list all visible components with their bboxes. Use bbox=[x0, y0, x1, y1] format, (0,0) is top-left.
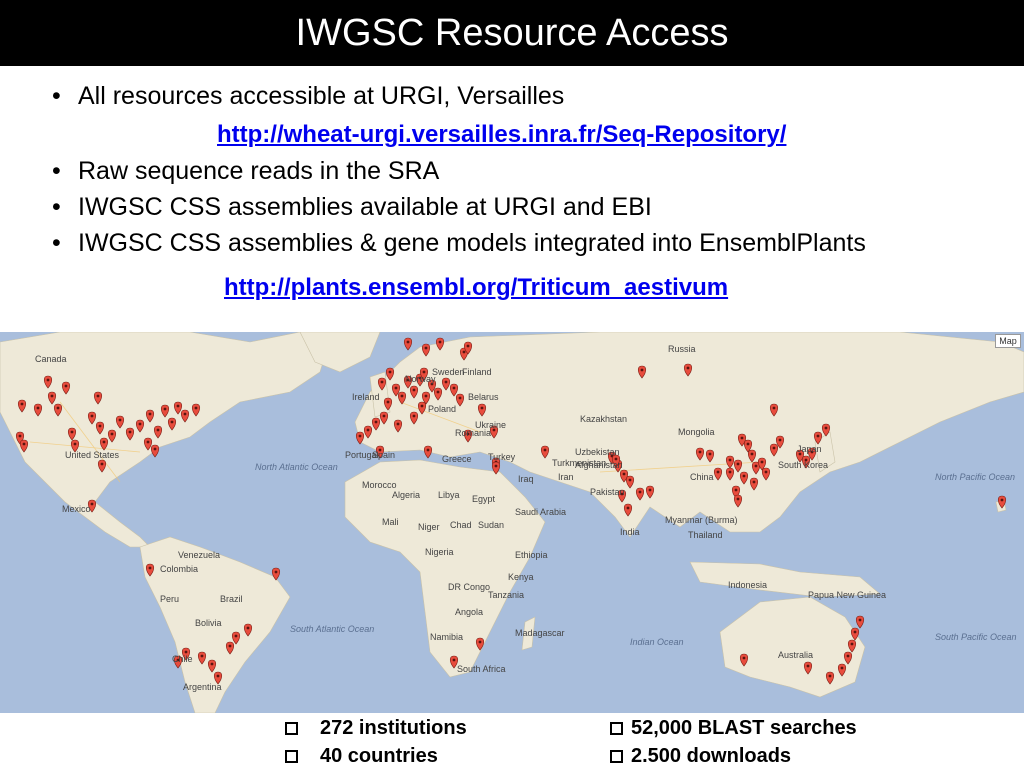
ensembl-link[interactable]: http://plants.ensembl.org/Triticum_aesti… bbox=[224, 274, 728, 302]
map-label: Pakistan bbox=[590, 487, 625, 497]
map-label: Brazil bbox=[220, 594, 243, 604]
map-label: Libya bbox=[438, 490, 460, 500]
map-label: North Pacific Ocean bbox=[935, 472, 1016, 482]
map-label: Turkey bbox=[488, 452, 516, 462]
stats-section: 272 institutions 40 countries 52,000 BLA… bbox=[0, 714, 1024, 768]
map-label: Bolivia bbox=[195, 618, 222, 628]
map-label: Ethiopia bbox=[515, 550, 548, 560]
urgi-link[interactable]: http://wheat-urgi.versailles.inra.fr/Seq… bbox=[217, 121, 786, 149]
map-label: Indonesia bbox=[728, 580, 768, 590]
map-label: Canada bbox=[35, 354, 67, 364]
map-label: Madagascar bbox=[515, 628, 565, 638]
stat-downloads: 2.500 downloads bbox=[610, 742, 791, 770]
bullet-text: IWGSC CSS assemblies available at URGI a… bbox=[78, 193, 652, 221]
map-label: South Pacific Ocean bbox=[935, 632, 1017, 642]
bullet-icon: • bbox=[52, 82, 61, 110]
map-label: Kazakhstan bbox=[580, 414, 628, 424]
map-label: Thailand bbox=[688, 530, 723, 540]
map-label: Greece bbox=[442, 454, 472, 464]
map-label: Venezuela bbox=[178, 550, 221, 560]
checkbox-icon bbox=[285, 722, 298, 735]
map-label: Papua New Guinea bbox=[808, 590, 887, 600]
map-label: Spain bbox=[372, 450, 396, 460]
map-label: Russia bbox=[668, 344, 696, 354]
map-label: Nigeria bbox=[425, 547, 454, 557]
map-label: Finland bbox=[462, 367, 492, 377]
map-label: Mali bbox=[382, 517, 399, 527]
map-label: Peru bbox=[160, 594, 180, 604]
north-america-landmass bbox=[0, 332, 331, 548]
map-label: Norway bbox=[405, 374, 436, 384]
map-label: South Africa bbox=[457, 664, 506, 674]
bullet-icon: • bbox=[52, 193, 61, 221]
australia-landmass bbox=[719, 596, 866, 698]
map-label: Ireland bbox=[352, 392, 380, 402]
stat-countries: 40 countries bbox=[285, 742, 438, 770]
map-label: Namibia bbox=[430, 632, 464, 642]
map-label: Saudi Arabia bbox=[515, 507, 567, 517]
map-pin-icon[interactable] bbox=[403, 337, 413, 351]
map-label: North Atlantic Ocean bbox=[255, 462, 338, 472]
map-label: Japan bbox=[797, 444, 822, 454]
title-bar: IWGSC Resource Access bbox=[0, 0, 1024, 66]
map-canvas bbox=[0, 332, 1024, 713]
map-label: Colombia bbox=[160, 564, 199, 574]
map-label: Iran bbox=[558, 472, 574, 482]
map-type-button[interactable]: Map bbox=[995, 334, 1021, 348]
map-label: Mexico bbox=[62, 504, 91, 514]
bullet-text: All resources accessible at URGI, Versai… bbox=[78, 82, 565, 110]
map-label: Kenya bbox=[508, 572, 534, 582]
map-label: India bbox=[620, 527, 640, 537]
map-label: Iraq bbox=[518, 474, 534, 484]
map-label: Sudan bbox=[478, 520, 505, 530]
map-label: Romania bbox=[455, 428, 492, 438]
world-map[interactable]: Map Canada Russia United States Mexico N… bbox=[0, 332, 1024, 713]
map-label: Niger bbox=[418, 522, 440, 532]
bullet-icon: • bbox=[52, 157, 61, 185]
map-pin-icon[interactable] bbox=[150, 444, 160, 458]
map-label: South Atlantic Ocean bbox=[290, 624, 375, 634]
map-label: Poland bbox=[428, 404, 457, 414]
map-label: Sweden bbox=[432, 367, 465, 377]
bullet-list-2: • Raw sequence reads in the SRA • IWGSC CS… bbox=[52, 153, 1012, 261]
map-label: Morocco bbox=[362, 480, 397, 490]
map-label: Australia bbox=[778, 650, 814, 660]
map-label: DR Congo bbox=[448, 582, 491, 592]
bullet-text: IWGSC CSS assemblies & gene models integ… bbox=[78, 229, 866, 257]
map-label: Chad bbox=[450, 520, 472, 530]
stat-blast: 52,000 BLAST searches bbox=[610, 714, 857, 742]
map-pin-icon[interactable] bbox=[855, 615, 865, 629]
map-label: Uzbekistan bbox=[575, 447, 620, 457]
map-label: Argentina bbox=[183, 682, 222, 692]
bullet-icon: • bbox=[52, 229, 61, 257]
map-label: Egypt bbox=[472, 494, 496, 504]
map-label: Mongolia bbox=[678, 427, 715, 437]
bullet-item: • IWGSC CSS assemblies & gene models inte… bbox=[52, 225, 1012, 261]
map-label: United States bbox=[65, 450, 120, 460]
checkbox-icon bbox=[610, 722, 623, 735]
checkbox-icon bbox=[285, 750, 298, 763]
map-label: Indian Ocean bbox=[630, 637, 684, 647]
slide-title: IWGSC Resource Access bbox=[295, 12, 729, 54]
map-label: Chile bbox=[172, 654, 193, 664]
map-label: China bbox=[690, 472, 714, 482]
bullet-list: • All resources accessible at URGI, Versa… bbox=[52, 78, 1012, 114]
map-pin-icon[interactable] bbox=[423, 445, 433, 459]
map-label: Myanmar (Burma) bbox=[665, 515, 738, 525]
checkbox-icon bbox=[610, 750, 623, 763]
bullet-item: • All resources accessible at URGI, Versa… bbox=[52, 78, 1012, 114]
map-label: Algeria bbox=[392, 490, 421, 500]
map-label: Tanzania bbox=[488, 590, 525, 600]
bullet-item: • Raw sequence reads in the SRA bbox=[52, 153, 1012, 189]
bullet-item: • IWGSC CSS assemblies available at URGI … bbox=[52, 189, 1012, 225]
map-label: Angola bbox=[455, 607, 484, 617]
map-label: Turkmenistan bbox=[552, 458, 607, 468]
bullet-text: Raw sequence reads in the SRA bbox=[78, 157, 440, 185]
stat-institutions: 272 institutions bbox=[285, 714, 467, 742]
map-label: Belarus bbox=[468, 392, 499, 402]
map-label: South Korea bbox=[778, 460, 829, 470]
